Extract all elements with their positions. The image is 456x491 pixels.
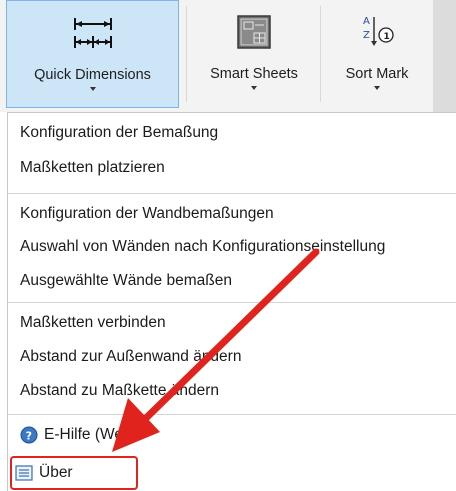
menu-item-change-offset-dimension-chain[interactable]: Abstand zu Maßkette ändern	[20, 381, 219, 401]
ribbon-divider	[320, 6, 321, 102]
menu-item-connect-dimension-chains[interactable]: Maßketten verbinden	[20, 313, 166, 333]
sort-mark-button[interactable]: A Z 1 Sort Mark	[322, 0, 432, 108]
smart-sheets-button[interactable]: Smart Sheets	[190, 0, 318, 108]
sort-mark-icon: A Z 1	[359, 12, 395, 52]
svg-text:?: ?	[26, 430, 32, 443]
menu-item-configure-wall-dimensions[interactable]: Konfiguration der Wandbemaßungen	[20, 204, 274, 224]
highlight-box	[10, 456, 138, 490]
ribbon-edge	[433, 0, 456, 112]
quick-dimensions-label: Quick Dimensions	[34, 67, 151, 83]
help-icon: ?	[20, 426, 38, 444]
svg-text:1: 1	[384, 32, 390, 42]
menu-item-place-dimension-chains[interactable]: Maßketten platzieren	[20, 158, 165, 178]
menu-separator	[8, 414, 456, 415]
dimension-icon	[71, 13, 115, 53]
sheet-icon	[235, 12, 273, 52]
menu-separator	[8, 193, 456, 194]
chevron-down-icon	[374, 86, 380, 90]
chevron-down-icon	[251, 86, 257, 90]
menu-item-dimension-selected-walls[interactable]: Ausgewählte Wände bemaßen	[20, 271, 232, 291]
menu-item-change-offset-exterior-wall[interactable]: Abstand zur Außenwand ändern	[20, 347, 241, 367]
menu-item-configure-dimensioning[interactable]: Konfiguration der Bemaßung	[20, 123, 218, 143]
smart-sheets-label: Smart Sheets	[210, 66, 298, 82]
menu-item-label: E-Hilfe (Web)	[44, 426, 137, 443]
chevron-down-icon	[89, 87, 96, 91]
menu-item-select-walls-by-config[interactable]: Auswahl von Wänden nach Konfigurationsei…	[20, 237, 385, 257]
quick-dimensions-menu: Konfiguration der Bemaßung Maßketten pla…	[7, 112, 456, 491]
menu-item-e-help[interactable]: ? E-Hilfe (Web)	[20, 425, 137, 445]
menu-separator	[8, 302, 456, 303]
ribbon: Quick Dimensions Smart Sheets A Z 1 Sort…	[0, 0, 456, 112]
sort-mark-label: Sort Mark	[345, 66, 409, 82]
ribbon-divider	[186, 6, 187, 102]
svg-text:A: A	[363, 16, 370, 27]
svg-text:Z: Z	[363, 30, 370, 41]
quick-dimensions-button[interactable]: Quick Dimensions	[6, 0, 179, 108]
